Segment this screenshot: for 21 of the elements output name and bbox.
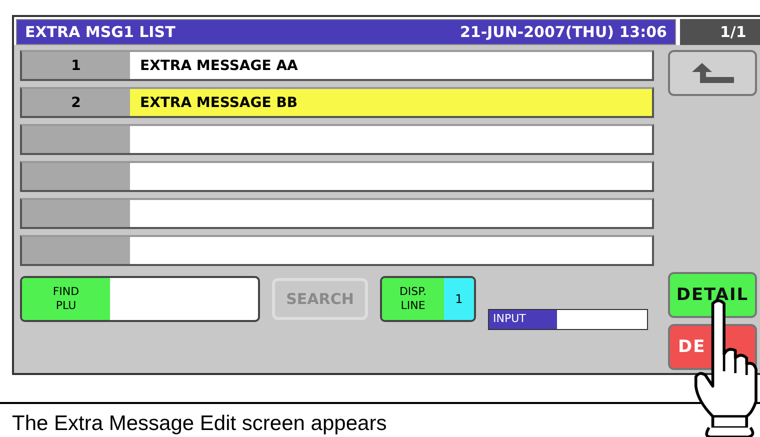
- row-number-cell: 2: [22, 89, 130, 116]
- disp-line-value: 1: [444, 278, 474, 320]
- screen-title: EXTRA MSG1 LIST: [25, 23, 176, 41]
- message-row[interactable]: [20, 124, 654, 155]
- row-number-cell: 1: [22, 52, 130, 79]
- disp-line-control[interactable]: DISP. LINE 1: [380, 276, 476, 322]
- message-row[interactable]: [20, 161, 654, 192]
- back-button[interactable]: [668, 50, 757, 96]
- message-row[interactable]: 1 EXTRA MESSAGE AA: [20, 50, 654, 81]
- message-row[interactable]: [20, 235, 654, 266]
- row-text-cell: EXTRA MESSAGE BB: [130, 89, 652, 116]
- find-plu-field[interactable]: FIND PLU: [20, 276, 260, 322]
- message-row[interactable]: 2 EXTRA MESSAGE BB: [20, 87, 654, 118]
- page-indicator: 1/1: [680, 19, 760, 45]
- input-label: INPUT: [489, 310, 557, 329]
- date-time: 21-JUN-2007(THU) 13:06: [460, 23, 667, 41]
- message-row[interactable]: [20, 198, 654, 229]
- disp-line-label: DISP. LINE: [382, 278, 444, 320]
- instruction-text: The Extra Message Edit screen appears: [11, 412, 388, 436]
- find-plu-label: FIND PLU: [22, 278, 110, 320]
- detail-button[interactable]: DETAIL: [668, 272, 757, 318]
